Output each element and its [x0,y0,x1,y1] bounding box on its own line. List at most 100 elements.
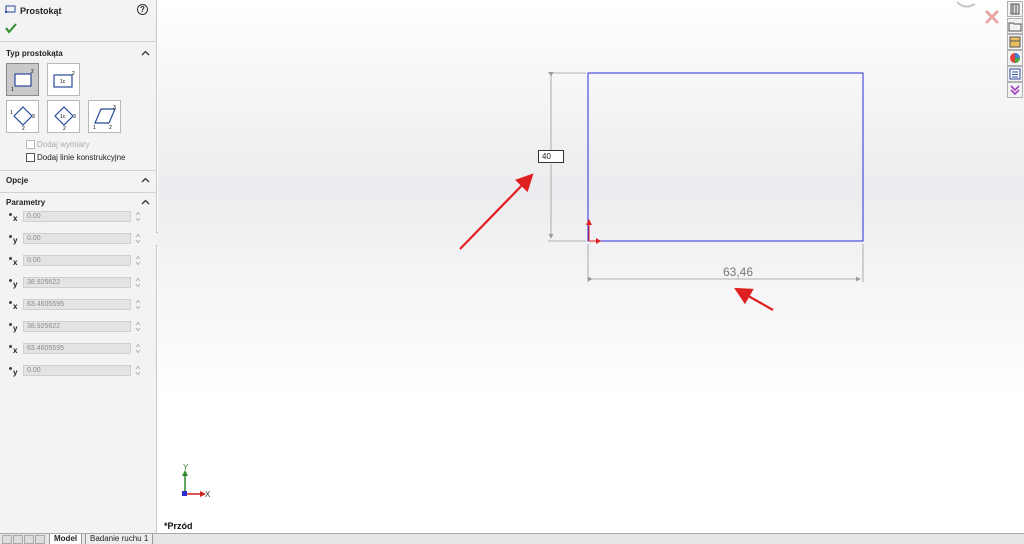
parameter-row: x 63.4605595 [8,298,154,312]
divider [0,41,157,42]
3-point-center-rectangle-button[interactable]: 1c 3 2 [47,100,80,133]
parameter-row: y 0.00 [8,232,154,246]
width-dimension-value[interactable]: 63,46 [723,265,753,279]
chevron-up-icon[interactable] [141,199,150,205]
point-x-icon: x [8,299,22,311]
parallelogram-button[interactable]: 3 1 2 [88,100,121,133]
bottom-tab-bar: Model Badanie ruchu 1 [0,533,1024,544]
property-manager: Prostokąt ? Typ prostokąta 2 1 1c 2 1 3 … [0,0,157,533]
triad-x-label: X [205,490,211,499]
property-manager-title: Prostokąt [20,6,62,16]
point-y-icon: y [8,233,22,245]
svg-text:1c: 1c [60,79,66,85]
corner-rectangle-icon: 2 1 [11,69,34,93]
property-manager-header: Prostokąt ? [0,0,157,22]
close-icon[interactable] [983,8,1001,26]
dimension-input[interactable]: 40 [538,150,564,163]
file-explorer-icon[interactable] [1007,18,1023,34]
rectangle-icon [5,5,16,13]
point-x-icon: x [8,255,22,267]
parameter-row: y 0.00 [8,364,154,378]
3-point-center-rectangle-icon: 1c 3 2 [54,106,76,130]
parameter-row: y 38.925622 [8,320,154,334]
ok-checkmark-icon[interactable] [4,22,18,34]
spinner-icon[interactable] [135,277,141,288]
last-tab-icon[interactable] [35,535,45,544]
resources-icon[interactable] [1007,1,1023,17]
spinner-icon[interactable] [135,299,141,310]
spinner-icon[interactable] [135,211,141,222]
parameter-input[interactable]: 0.00 [23,233,131,244]
next-tab-icon[interactable] [24,535,34,544]
corner-rectangle-button[interactable]: 2 1 [6,63,39,96]
svg-text:3: 3 [73,114,76,120]
svg-text:1: 1 [93,125,96,130]
parameter-input[interactable]: 0.00 [23,211,131,222]
confirm-corner-icon[interactable] [955,0,981,10]
parameter-input[interactable]: 38.925622 [23,321,131,332]
3-point-corner-rectangle-button[interactable]: 1 3 2 [6,100,39,133]
parameter-input[interactable]: 38.925622 [23,277,131,288]
custom-properties-icon[interactable] [1007,66,1023,82]
section-parameters-title[interactable]: Parametry [6,198,45,207]
parameter-input[interactable]: 0.00 [23,365,131,376]
point-y-icon: y [8,321,22,333]
point-y-icon: y [8,365,22,377]
center-rectangle-button[interactable]: 1c 2 [47,63,80,96]
reference-triad: Y X [182,463,211,499]
graphics-area[interactable]: Y X 40 63,46 *Przód [158,0,1024,533]
point-x-icon: x [8,211,22,223]
spinner-icon[interactable] [135,233,141,244]
chevron-up-icon[interactable] [141,177,150,183]
design-library-icon[interactable] [1007,34,1023,50]
sketch-drawing: Y X [182,72,864,499]
task-pane [1006,0,1024,100]
add-construction-lines-checkbox[interactable] [26,153,35,162]
spinner-icon[interactable] [135,255,141,266]
spinner-icon[interactable] [135,343,141,354]
svg-text:3: 3 [113,105,116,111]
triad-y-label: Y [183,463,189,472]
divider [0,170,157,171]
parameter-row: x 63.4605595 [8,342,154,356]
add-dimensions-checkbox[interactable] [26,140,35,149]
svg-text:1c: 1c [60,114,66,120]
first-tab-icon[interactable] [2,535,12,544]
svg-text:2: 2 [22,126,25,130]
parameter-input[interactable]: 63.4605595 [23,299,131,310]
parallelogram-icon: 3 1 2 [93,105,116,130]
sketch-rectangle[interactable] [587,72,864,242]
add-construction-lines-label: Dodaj linie konstrukcyjne [37,153,126,162]
tab-motion-study[interactable]: Badanie ruchu 1 [85,534,154,544]
svg-text:2: 2 [109,125,112,130]
3-point-corner-rectangle-icon: 1 3 2 [10,106,35,130]
parameter-input[interactable]: 0.00 [23,255,131,266]
parameter-input[interactable]: 63.4605595 [23,343,131,354]
parameter-row: x 0.00 [8,210,154,224]
spinner-icon[interactable] [135,365,141,376]
point-x-icon: x [8,343,22,355]
view-orientation-label: *Przód [164,521,193,531]
divider [0,192,157,193]
add-dimensions-label: Dodaj wymiary [37,140,90,149]
expand-chevron-icon[interactable] [1007,82,1023,98]
svg-text:2: 2 [31,69,34,75]
chevron-up-icon[interactable] [141,50,150,56]
appearances-icon[interactable] [1007,50,1023,66]
center-rectangle-icon: 1c 2 [53,71,75,88]
parameter-row: x 0.00 [8,254,154,268]
svg-text:2: 2 [72,71,75,77]
parameter-row: y 38.925622 [8,276,154,290]
prev-tab-icon[interactable] [13,535,23,544]
svg-text:3: 3 [32,114,35,120]
point-y-icon: y [8,277,22,289]
tab-model[interactable]: Model [49,534,83,544]
svg-text:1: 1 [11,87,14,93]
spinner-icon[interactable] [135,321,141,332]
section-rect-type-title[interactable]: Typ prostokąta [6,49,63,58]
annotation-arrow [459,173,534,250]
help-icon[interactable]: ? [137,4,148,15]
section-options-title[interactable]: Opcje [6,176,28,185]
svg-text:2: 2 [63,126,66,130]
svg-text:1: 1 [10,110,13,116]
